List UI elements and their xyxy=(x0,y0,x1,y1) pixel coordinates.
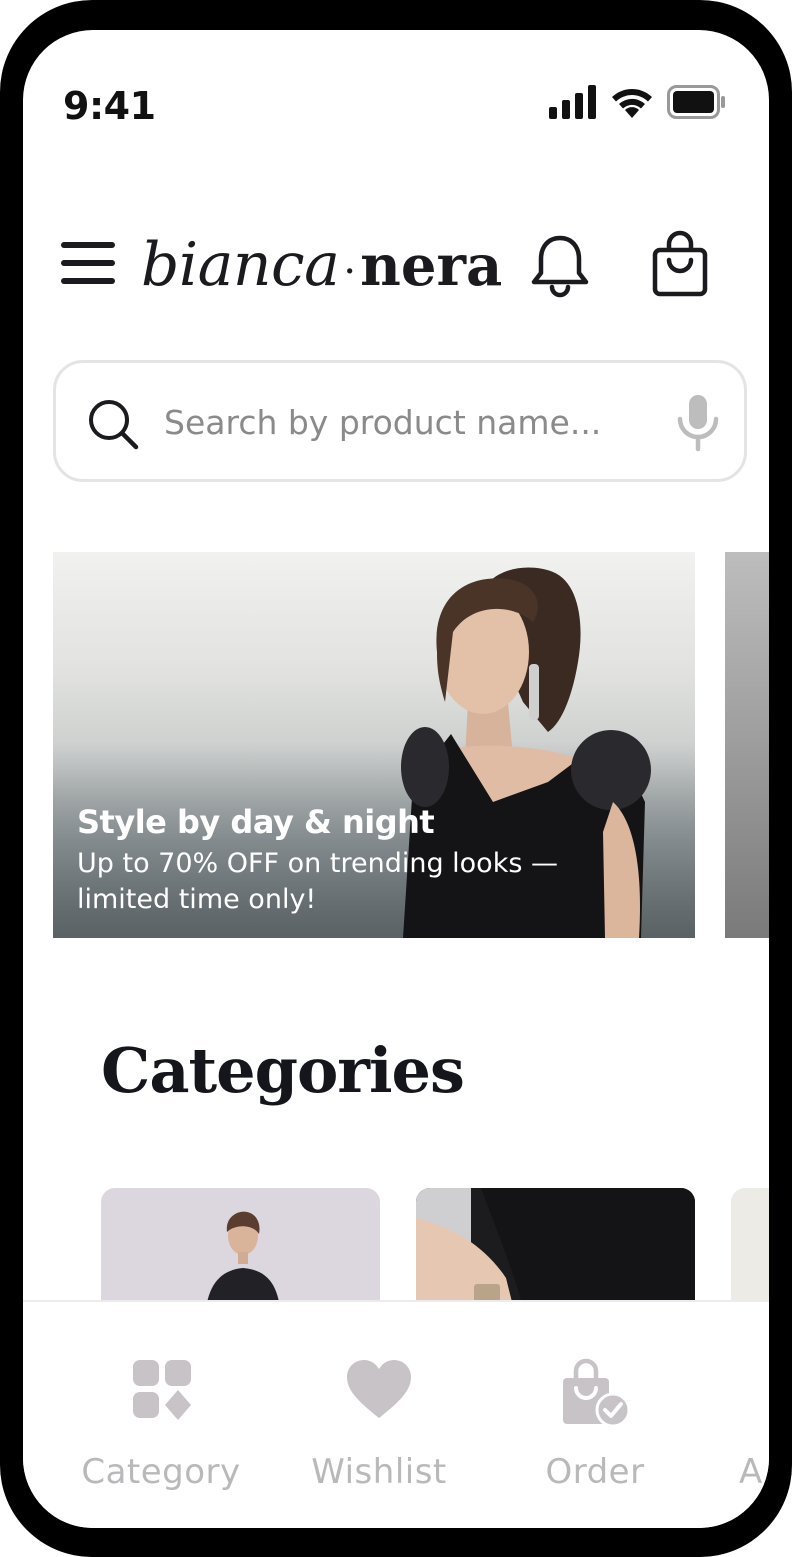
status-time: 9:41 xyxy=(63,84,156,128)
nav-label-wishlist: Wishlist xyxy=(311,1452,447,1492)
order-bag-icon xyxy=(563,1358,631,1428)
phone-frame: 9:41 bianca · nera Search by product nam… xyxy=(0,0,792,1557)
nav-label-account: A xyxy=(739,1452,763,1492)
category-image xyxy=(416,1188,695,1318)
voice-search-button[interactable] xyxy=(676,393,720,453)
category-icon xyxy=(133,1360,191,1420)
status-icons xyxy=(549,82,725,122)
category-card[interactable] xyxy=(731,1188,769,1318)
category-card[interactable] xyxy=(416,1188,695,1318)
banner-title: Style by day & night xyxy=(77,803,435,841)
category-card[interactable] xyxy=(101,1188,380,1318)
notifications-button[interactable] xyxy=(529,232,591,298)
brand-logo[interactable]: bianca · nera xyxy=(141,220,502,310)
heart-icon xyxy=(347,1360,411,1418)
nav-label-category: Category xyxy=(81,1452,241,1492)
banner-subtitle-line-2: limited time only! xyxy=(77,884,317,915)
app-header: bianca · nera xyxy=(23,220,769,310)
search-bar xyxy=(53,360,747,482)
status-bar: 9:41 xyxy=(23,30,769,150)
categories-heading: Categories xyxy=(101,1034,465,1107)
hamburger-menu-icon xyxy=(61,242,115,284)
banner-subtitle: Up to 70% OFF on trending looks — limite… xyxy=(77,846,637,918)
wifi-icon xyxy=(612,89,652,118)
battery-icon xyxy=(667,85,725,119)
banner-subtitle-line-1: Up to 70% OFF on trending looks — xyxy=(77,848,558,879)
menu-button[interactable] xyxy=(61,240,117,286)
logo-text-nera: nera xyxy=(360,233,503,299)
search-input[interactable] xyxy=(164,393,644,451)
cellular-signal-icon xyxy=(549,85,596,119)
nav-item-category[interactable]: Category xyxy=(51,1302,271,1528)
logo-separator: · xyxy=(343,249,357,295)
logo-text-bianca: bianca xyxy=(141,230,340,300)
next-promo-banner[interactable] xyxy=(725,552,769,938)
bottom-navigation: Category Wishlist Order A xyxy=(23,1300,769,1528)
bell-icon xyxy=(531,235,589,298)
banner-text: Style by day & night Up to 70% OFF on tr… xyxy=(77,802,637,918)
microphone-icon xyxy=(677,395,719,452)
nav-item-account[interactable]: A xyxy=(713,1302,769,1528)
promo-banner[interactable]: Style by day & night Up to 70% OFF on tr… xyxy=(53,552,695,938)
cart-button[interactable] xyxy=(651,230,709,298)
shopping-bag-icon xyxy=(652,230,708,297)
nav-item-order[interactable]: Order xyxy=(487,1302,703,1528)
category-image xyxy=(205,1211,281,1318)
nav-item-wishlist[interactable]: Wishlist xyxy=(271,1302,487,1528)
app-screen: 9:41 bianca · nera Search by product nam… xyxy=(23,30,769,1528)
search-icon[interactable] xyxy=(86,397,140,451)
nav-label-order: Order xyxy=(545,1452,645,1492)
